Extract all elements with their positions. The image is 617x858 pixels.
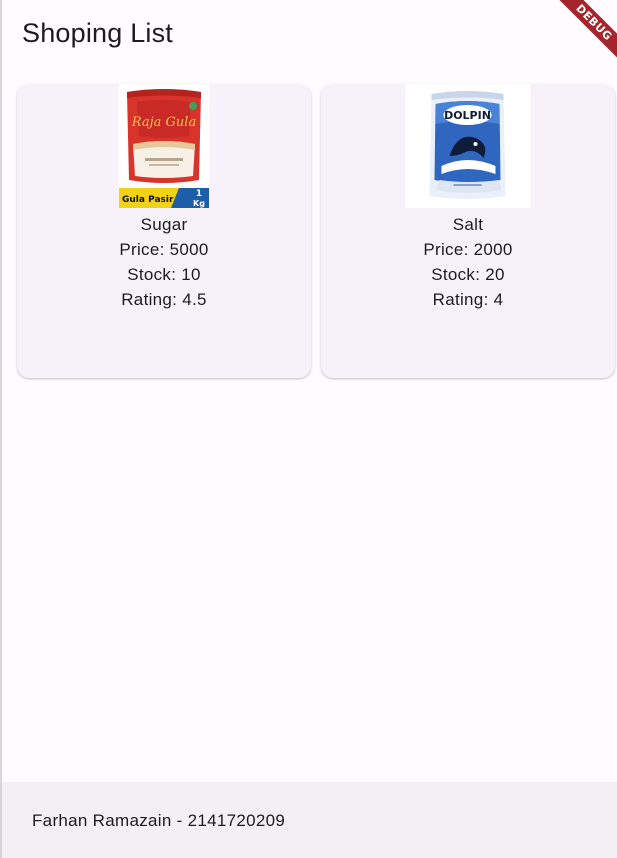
sugar-brand-text: Raja Gula [131,115,196,130]
page-title: Shoping List [22,18,174,48]
product-info: Sugar Price: 5000 Stock: 10 Rating: 4.5 [17,212,311,312]
product-price: Price: 2000 [423,240,513,259]
product-stock: Stock: 10 [127,265,201,284]
app-bar: Shoping List [2,0,617,70]
sugar-weight-unit: Kg [193,199,205,208]
salt-brand-text: DOLPIN [444,109,491,122]
product-rating: Rating: 4.5 [121,290,207,309]
sugar-weight-number: 1 [196,189,202,199]
product-rating: Rating: 4 [432,290,504,309]
product-stock: Stock: 20 [431,265,505,284]
product-grid: Raja Gula Gula Pasir 1 Kg Sugar Price: 5… [17,84,615,378]
sugar-tag-text: Gula Pasir [122,195,174,205]
footer-author-text: Farhan Ramazain - 2141720209 [32,811,286,830]
product-price: Price: 5000 [119,240,209,259]
footer: Farhan Ramazain - 2141720209 [2,782,617,858]
window-left-edge [0,0,2,858]
sugar-product-image: Raja Gula Gula Pasir 1 Kg [119,84,209,208]
product-name: Sugar [140,215,188,234]
product-info: Salt Price: 2000 Stock: 20 Rating: 4 [321,212,615,312]
product-card-salt[interactable]: DOLPIN Salt Price: 2000 Stock: 20 Rating… [321,84,615,378]
product-name: Salt [452,215,484,234]
salt-product-image: DOLPIN [405,84,531,208]
product-card-sugar[interactable]: Raja Gula Gula Pasir 1 Kg Sugar Price: 5… [17,84,311,378]
